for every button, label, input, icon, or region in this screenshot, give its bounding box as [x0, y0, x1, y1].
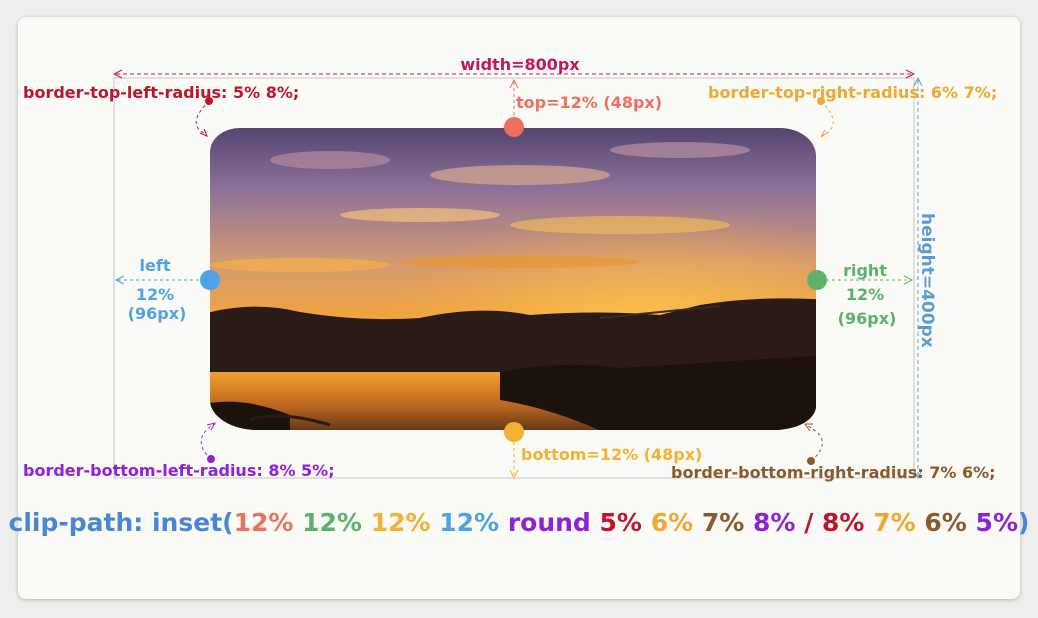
right-inset-percent: 12% [846, 285, 884, 304]
formula-token: 6% [650, 508, 694, 537]
radius-top-right-label: border-top-right-radius: 6% 7%; [708, 83, 997, 102]
left-inset-dot [200, 270, 220, 290]
formula-token [967, 508, 976, 537]
formula-token: 6% [924, 508, 967, 537]
left-inset-percent: 12% [136, 285, 174, 304]
formula-token: 5% [599, 508, 642, 537]
formula-token [362, 508, 371, 537]
right-inset-px: (96px) [838, 309, 897, 328]
formula-token: 7% [701, 508, 745, 537]
formula-token: 12% [439, 508, 500, 537]
bottom-inset-label: bottom=12% (48px) [521, 445, 702, 464]
left-inset-word: left [140, 256, 171, 275]
formula-token [431, 508, 440, 537]
bottom-inset-dot [504, 422, 524, 442]
formula-token [744, 508, 753, 537]
formula-token: round [499, 508, 600, 537]
formula-token: 8% [822, 508, 865, 537]
formula-token: 12% [233, 508, 294, 537]
formula-token [693, 508, 702, 537]
formula-token: clip-path: inset( [8, 508, 234, 537]
height-label: height=400px [917, 213, 937, 348]
width-label: width=800px [460, 55, 580, 74]
top-inset-dot [504, 117, 524, 137]
formula-token: 8% [753, 508, 796, 537]
formula-token: 12% [370, 508, 431, 537]
right-inset-word: right [843, 261, 887, 280]
formula-token: ) [1018, 508, 1030, 537]
formula-token: 12% [302, 508, 362, 537]
clip-path-formula: clip-path: inset(12% 12% 12% 12% round 5… [0, 508, 1038, 537]
radius-bottom-right-label: border-bottom-right-radius: 7% 6%; [671, 463, 996, 482]
formula-token [864, 508, 873, 537]
formula-token: 5% [975, 508, 1018, 537]
formula-token [293, 508, 302, 537]
formula-token: / [795, 508, 823, 537]
top-inset-label: top=12% (48px) [516, 93, 662, 112]
left-inset-px: (96px) [128, 304, 187, 323]
formula-token [642, 508, 651, 537]
formula-token: 7% [873, 508, 916, 537]
radius-bottom-left-label: border-bottom-left-radius: 8% 5%; [23, 461, 335, 480]
radius-top-left-label: border-top-left-radius: 5% 8%; [23, 83, 299, 102]
sunset-photo [209, 127, 816, 430]
right-inset-dot [807, 270, 827, 290]
